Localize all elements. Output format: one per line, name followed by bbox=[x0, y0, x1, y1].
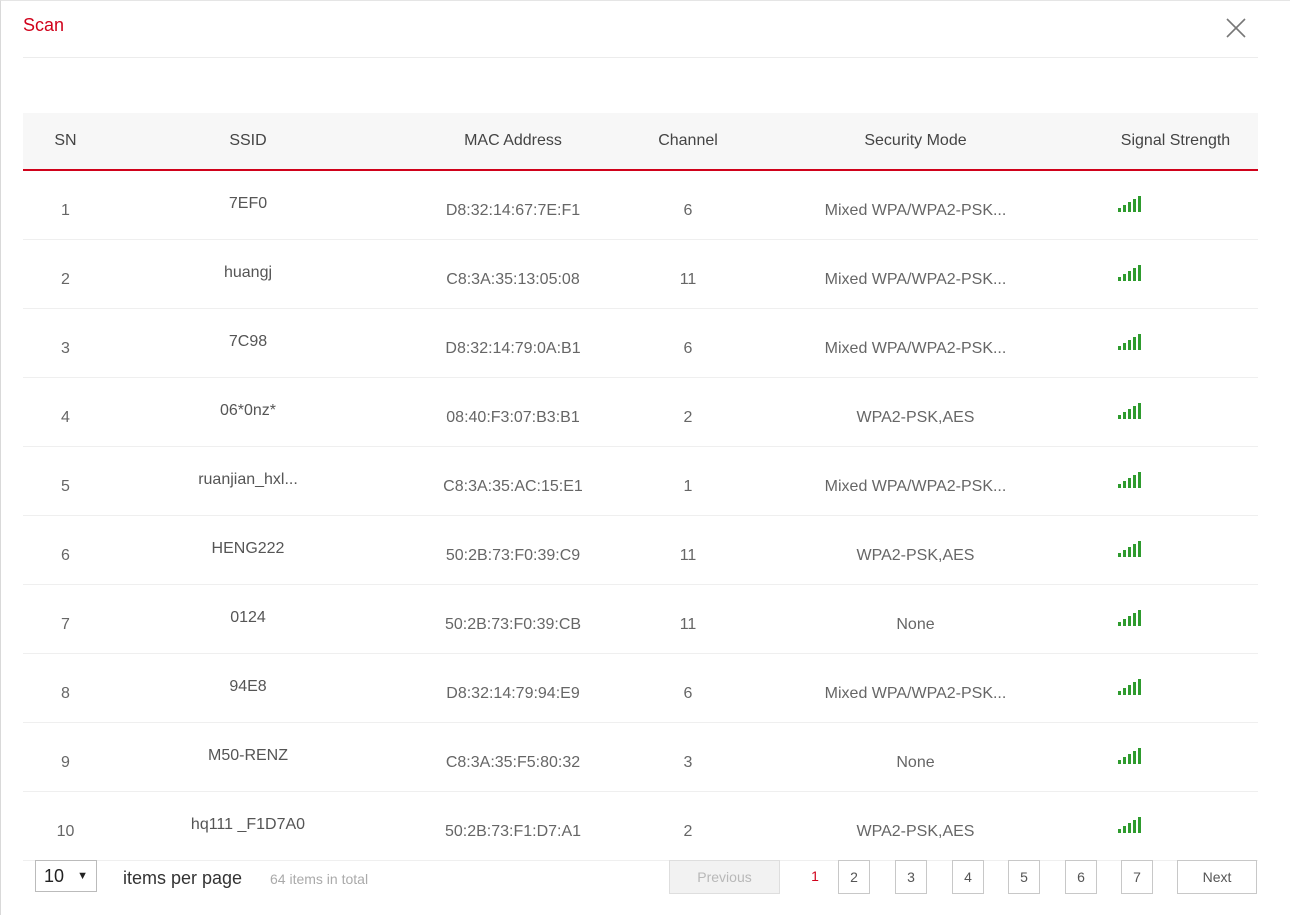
cell-mac-address: 50:2B:73:F0:39:CB bbox=[444, 616, 582, 633]
page-5-button[interactable]: 5 bbox=[1008, 860, 1040, 894]
cell-sn: 7 bbox=[61, 616, 70, 633]
page-4-button[interactable]: 4 bbox=[952, 860, 984, 894]
cell-mac-address: D8:32:14:79:94:E9 bbox=[446, 685, 580, 702]
cell-mac-address: C8:3A:35:AC:15:E1 bbox=[443, 478, 583, 495]
page-7-button[interactable]: 7 bbox=[1121, 860, 1153, 894]
cell-channel: 11 bbox=[679, 271, 697, 288]
cell-channel: 1 bbox=[683, 478, 693, 495]
signal-strength-icon bbox=[1118, 609, 1144, 627]
pagination-bar: 10 ▼ items per page 64 items in total Pr… bbox=[23, 853, 1258, 901]
cell-security-mode: WPA2-PSK,AES bbox=[856, 823, 975, 840]
cell-ssid: 7C98 bbox=[228, 333, 268, 350]
cell-channel: 11 bbox=[679, 616, 697, 633]
table-row[interactable]: 10 hq111 _F1D7A0 50:2B:73:F1:D7:A1 2 WPA2-PS… bbox=[23, 792, 1258, 861]
cell-channel: 2 bbox=[683, 823, 693, 840]
cell-sn: 6 bbox=[61, 547, 70, 564]
cell-mac-address: 50:2B:73:F0:39:C9 bbox=[445, 547, 581, 564]
items-per-page-label: items per page bbox=[123, 868, 243, 888]
cell-security-mode: Mixed WPA/WPA2-PSK... bbox=[824, 478, 1007, 495]
cell-security-mode: None bbox=[896, 754, 935, 771]
cell-channel: 6 bbox=[683, 202, 693, 219]
cell-security-mode: None bbox=[896, 616, 935, 633]
table-row[interactable]: 8 94E8 D8:32:14:79:94:E9 6 Mixed WPA/WPA2-PS… bbox=[23, 654, 1258, 723]
cell-sn: 2 bbox=[61, 271, 70, 288]
header-signal-strength: Signal Strength bbox=[1120, 132, 1231, 149]
signal-strength-icon bbox=[1118, 747, 1144, 765]
cell-security-mode: WPA2-PSK,AES bbox=[856, 547, 975, 564]
signal-strength-icon bbox=[1118, 402, 1144, 420]
table-row[interactable]: 1 7EF0 D8:32:14:67:7E:F1 6 Mixed WPA/WPA2-PS… bbox=[23, 171, 1258, 240]
cell-mac-address: D8:32:14:79:0A:B1 bbox=[445, 340, 581, 357]
signal-strength-icon bbox=[1118, 195, 1144, 213]
scan-dialog: Scan SN SSID MAC Address Channel Securit… bbox=[0, 0, 1290, 915]
title-divider bbox=[23, 57, 1258, 58]
previous-button[interactable]: Previous bbox=[669, 860, 780, 894]
cell-channel: 2 bbox=[683, 409, 693, 426]
cell-ssid: huangj bbox=[223, 264, 273, 281]
cell-ssid: M50-RENZ bbox=[207, 747, 288, 764]
cell-security-mode: WPA2-PSK,AES bbox=[856, 409, 975, 426]
signal-strength-icon bbox=[1118, 333, 1144, 351]
header-channel: Channel bbox=[658, 132, 718, 149]
table-row[interactable]: 5 ruanjian_hxl... C8:3A:35:AC:15:E1 1 Mixed … bbox=[23, 447, 1258, 516]
cell-sn: 3 bbox=[61, 340, 70, 357]
cell-security-mode: Mixed WPA/WPA2-PSK... bbox=[824, 685, 1007, 702]
cell-channel: 3 bbox=[683, 754, 693, 771]
per-page-value: 10 bbox=[44, 866, 65, 886]
signal-strength-icon bbox=[1118, 264, 1144, 282]
cell-sn: 5 bbox=[61, 478, 70, 495]
signal-strength-icon bbox=[1118, 816, 1144, 834]
signal-strength-icon bbox=[1118, 678, 1144, 696]
cell-security-mode: Mixed WPA/WPA2-PSK... bbox=[824, 340, 1007, 357]
signal-strength-icon bbox=[1118, 471, 1144, 489]
cell-security-mode: Mixed WPA/WPA2-PSK... bbox=[824, 202, 1007, 219]
dialog-title: Scan bbox=[23, 15, 65, 35]
cell-mac-address: C8:3A:35:13:05:08 bbox=[446, 271, 580, 288]
cell-mac-address: C8:3A:35:F5:80:32 bbox=[445, 754, 581, 771]
close-icon[interactable] bbox=[1223, 15, 1249, 41]
header-security-mode: Security Mode bbox=[864, 132, 967, 149]
table-row[interactable]: 4 06*0nz* 08:40:F3:07:B3:B1 2 WPA2-PSK,AES bbox=[23, 378, 1258, 447]
total-items-label: 64 items in total bbox=[270, 871, 369, 887]
cell-ssid: 06*0nz* bbox=[219, 402, 277, 419]
table-body: 1 7EF0 D8:32:14:67:7E:F1 6 Mixed WPA/WPA2-PS… bbox=[23, 171, 1258, 861]
cell-ssid: 94E8 bbox=[229, 678, 267, 695]
signal-strength-icon bbox=[1118, 540, 1144, 558]
cell-mac-address: 50:2B:73:F1:D7:A1 bbox=[444, 823, 582, 840]
table-row[interactable]: 6 HENG222 50:2B:73:F0:39:C9 11 WPA2-PSK,AES bbox=[23, 516, 1258, 585]
cell-sn: 4 bbox=[61, 409, 70, 426]
cell-channel: 6 bbox=[683, 340, 693, 357]
cell-sn: 9 bbox=[61, 754, 70, 771]
cell-channel: 11 bbox=[679, 547, 697, 564]
per-page-select[interactable]: 10 ▼ bbox=[35, 860, 97, 892]
table-header: SN SSID MAC Address Channel Security Mod… bbox=[23, 113, 1258, 171]
cell-security-mode: Mixed WPA/WPA2-PSK... bbox=[824, 271, 1007, 288]
header-ssid: SSID bbox=[229, 132, 267, 149]
cell-ssid: HENG222 bbox=[211, 540, 285, 557]
table-row[interactable]: 9 M50-RENZ C8:3A:35:F5:80:32 3 None bbox=[23, 723, 1258, 792]
cell-mac-address: 08:40:F3:07:B3:B1 bbox=[446, 409, 580, 426]
header-mac-address: MAC Address bbox=[464, 132, 562, 149]
page-current[interactable]: 1 bbox=[803, 860, 827, 894]
table-row[interactable]: 7 0124 50:2B:73:F0:39:CB 11 None bbox=[23, 585, 1258, 654]
cell-ssid: hq111 _F1D7A0 bbox=[190, 816, 306, 833]
cell-ssid: 7EF0 bbox=[228, 195, 268, 212]
table-row[interactable]: 3 7C98 D8:32:14:79:0A:B1 6 Mixed WPA/WPA2-PS… bbox=[23, 309, 1258, 378]
cell-sn: 1 bbox=[61, 202, 70, 219]
cell-sn: 8 bbox=[61, 685, 70, 702]
cell-channel: 6 bbox=[683, 685, 693, 702]
cell-mac-address: D8:32:14:67:7E:F1 bbox=[445, 202, 581, 219]
cell-sn: 10 bbox=[56, 823, 75, 840]
cell-ssid: ruanjian_hxl... bbox=[198, 471, 298, 488]
page-2-button[interactable]: 2 bbox=[838, 860, 870, 894]
page-6-button[interactable]: 6 bbox=[1065, 860, 1097, 894]
dropdown-arrow-icon: ▼ bbox=[77, 870, 88, 882]
table-row[interactable]: 2 huangj C8:3A:35:13:05:08 11 Mixed WPA/WPA2… bbox=[23, 240, 1258, 309]
header-sn: SN bbox=[54, 132, 77, 149]
cell-ssid: 0124 bbox=[230, 609, 266, 626]
page-3-button[interactable]: 3 bbox=[895, 860, 927, 894]
next-button[interactable]: Next bbox=[1177, 860, 1257, 894]
